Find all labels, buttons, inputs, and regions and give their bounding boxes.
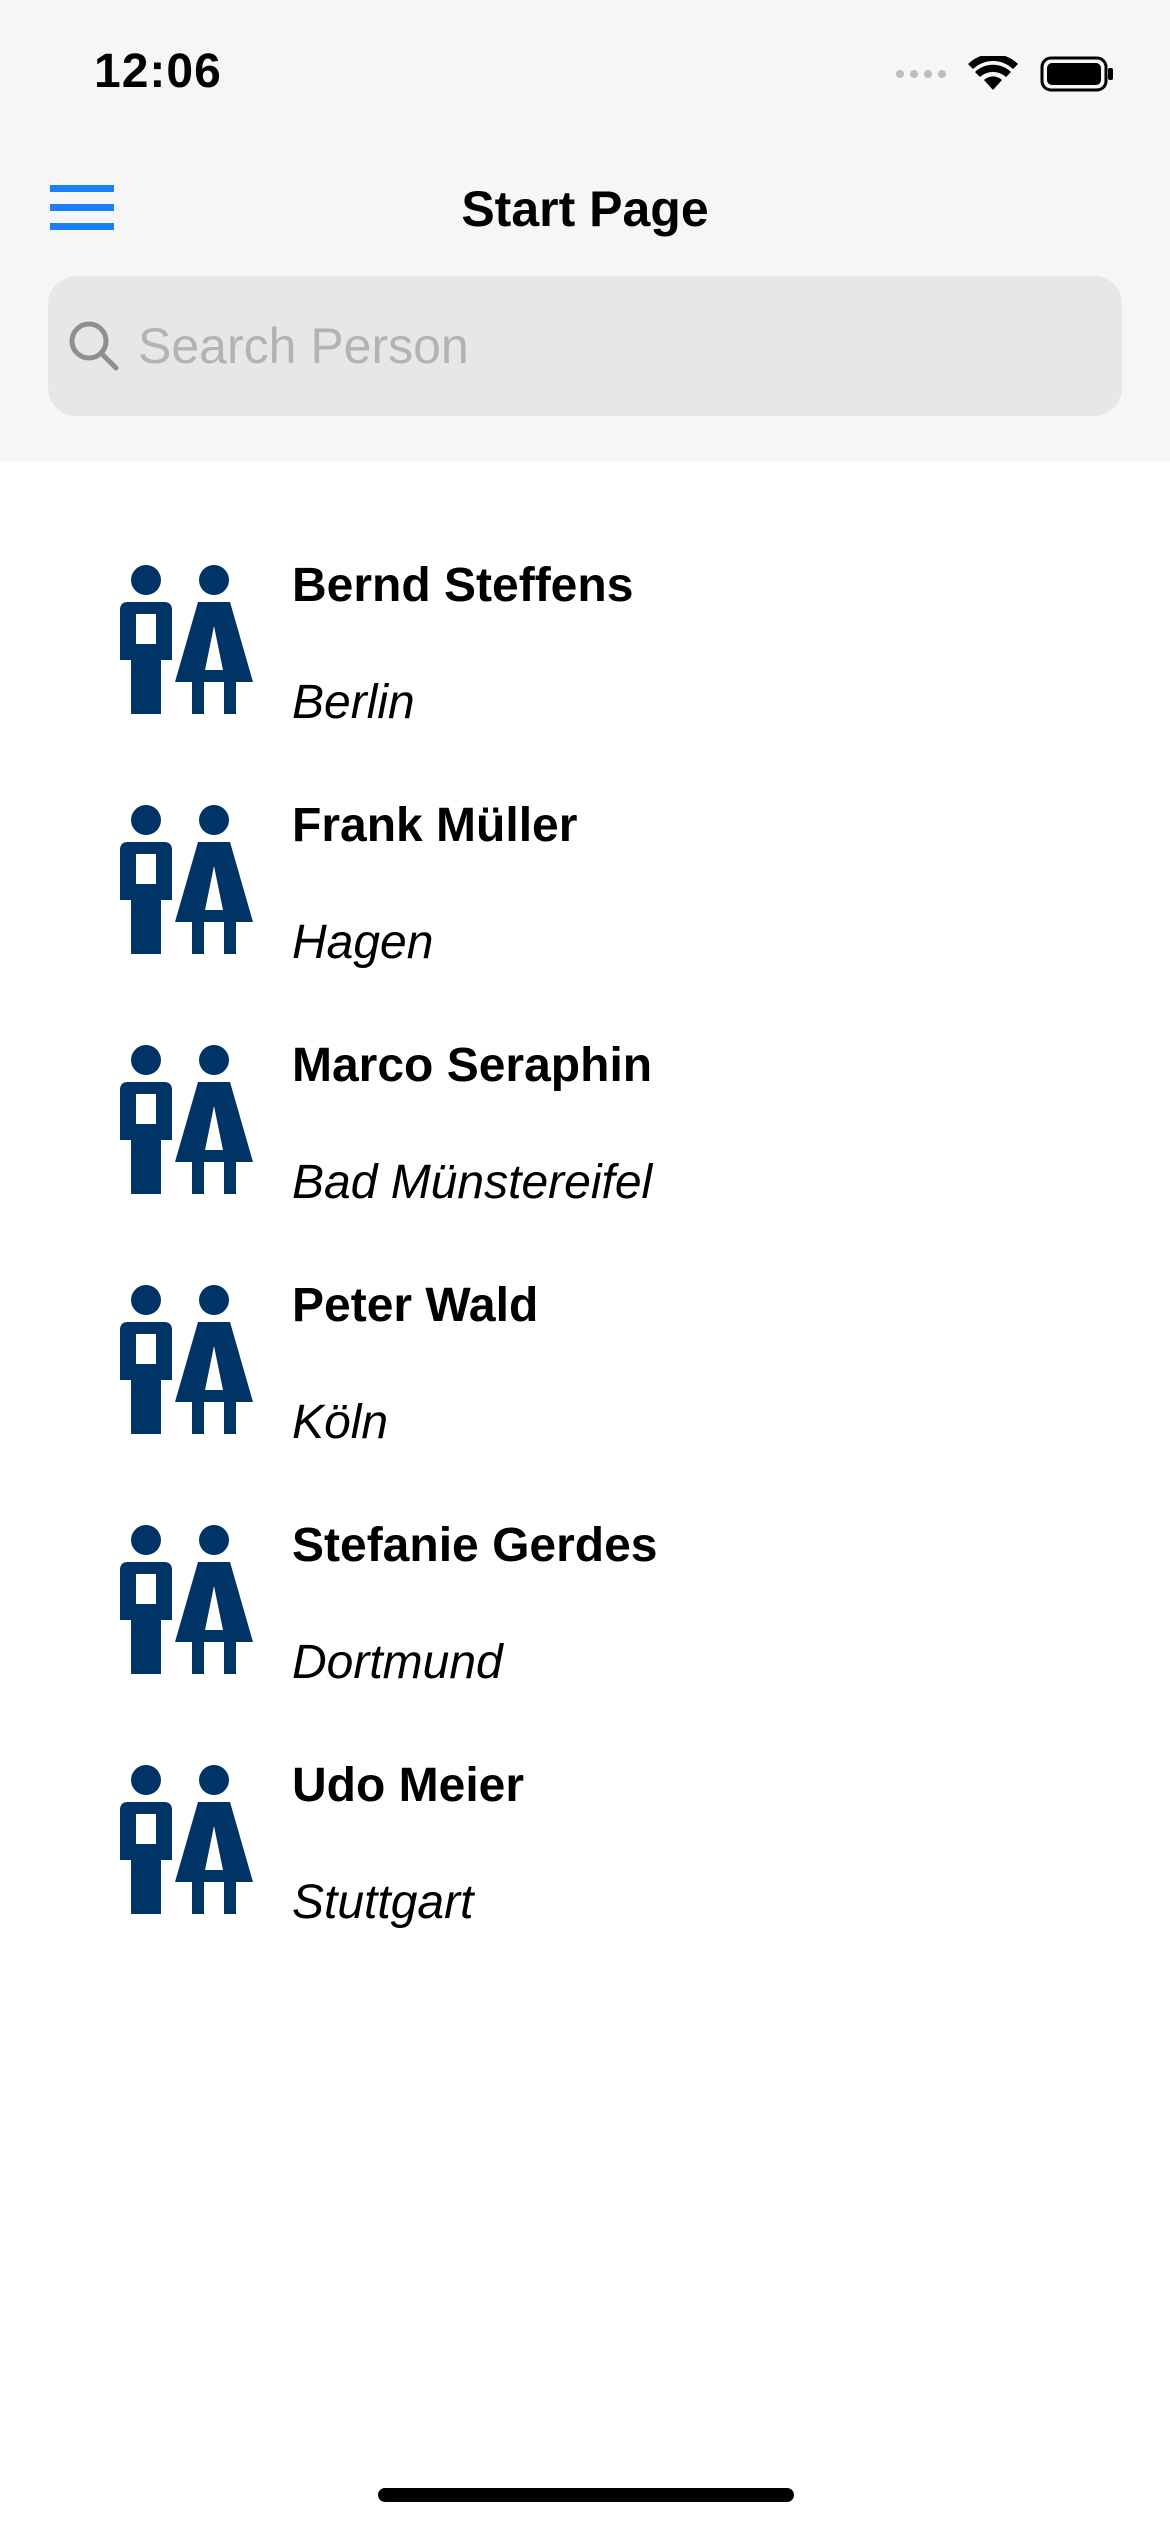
- search-icon: [69, 321, 119, 371]
- person-name: Bernd Steffens: [292, 559, 634, 612]
- person-name: Udo Meier: [292, 1759, 525, 1812]
- people-icon: [118, 1524, 253, 1674]
- person-name: Marco Seraphin: [292, 1039, 653, 1092]
- list-item-person[interactable]: Stefanie Gerdes Dortmund: [0, 1422, 1170, 1689]
- wifi-icon: [968, 56, 1018, 90]
- person-name: Frank Müller: [292, 799, 578, 852]
- person-city: Stuttgart: [292, 1876, 474, 1929]
- navigation-bar: Start Page: [0, 160, 1170, 256]
- status-time: 12:06: [94, 45, 222, 98]
- people-icon: [118, 1764, 253, 1914]
- list-item-person[interactable]: Peter Wald Köln: [0, 1182, 1170, 1449]
- person-name: Peter Wald: [292, 1279, 539, 1332]
- header: 12:06 Start Page: [0, 0, 1170, 462]
- status-icons: [896, 52, 1114, 96]
- cellular-signal-icon: [896, 70, 946, 78]
- people-icon: [118, 804, 253, 954]
- search-input[interactable]: [136, 295, 1122, 397]
- list-item-person[interactable]: Udo Meier Stuttgart: [0, 1662, 1170, 1929]
- page-title: Start Page: [461, 181, 709, 237]
- battery-icon: [1040, 56, 1113, 92]
- list-item-person[interactable]: Frank Müller Hagen: [0, 702, 1170, 969]
- people-icon: [118, 564, 253, 714]
- people-icon: [118, 1044, 253, 1194]
- people-icon: [118, 1284, 253, 1434]
- list-item-person[interactable]: Bernd Steffens Berlin: [0, 462, 1170, 729]
- home-indicator[interactable]: [378, 2488, 794, 2502]
- person-name: Stefanie Gerdes: [292, 1519, 658, 1572]
- search-bar[interactable]: [48, 276, 1122, 416]
- list-item-person[interactable]: Marco Seraphin Bad Münstereifel: [0, 942, 1170, 1209]
